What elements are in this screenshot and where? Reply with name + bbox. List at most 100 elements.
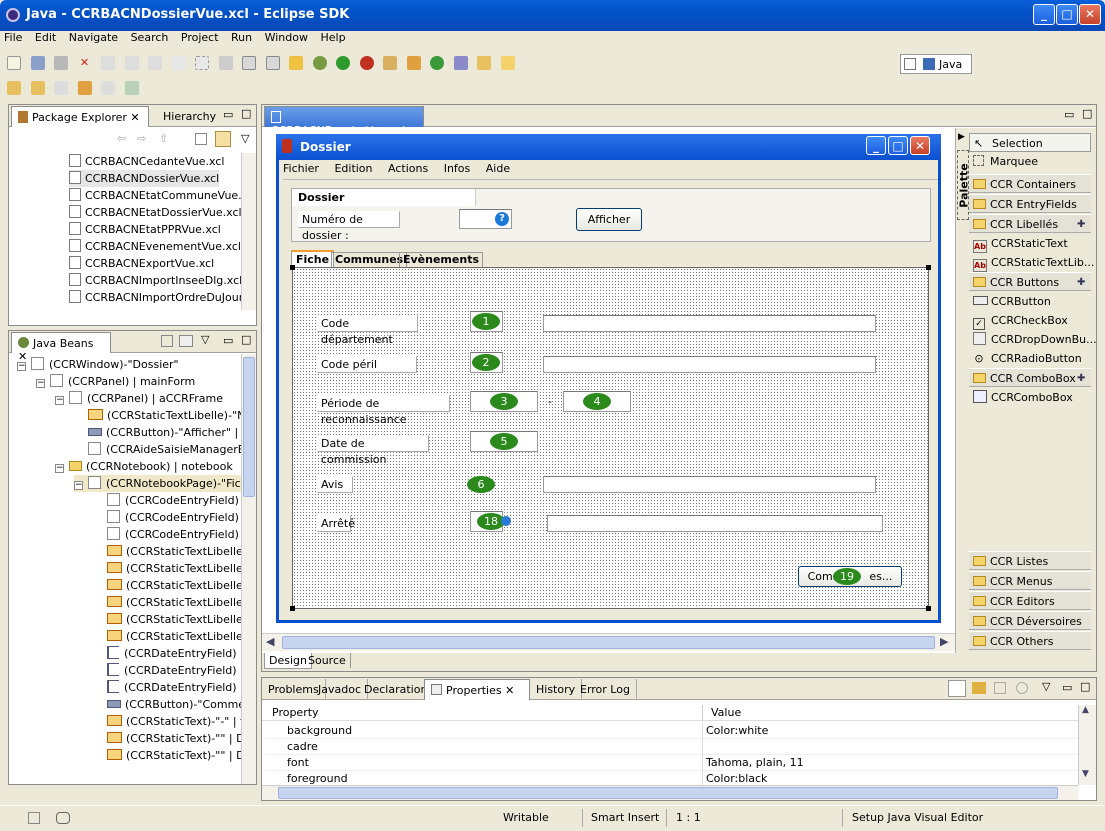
select-arrow-icon[interactable] (171, 56, 186, 70)
view-menu-icon[interactable]: ▽ (1042, 680, 1050, 693)
properties-hscroll[interactable] (262, 785, 1078, 800)
palette-item[interactable]: ↖ Selection (969, 133, 1091, 152)
selection-handle[interactable] (926, 606, 931, 611)
palette-drawer[interactable]: CCR Menus (969, 571, 1091, 590)
scroll-left-icon[interactable]: ◀ (266, 635, 274, 648)
delete-icon[interactable]: ✕ (78, 56, 92, 70)
date-entry-field-end[interactable]: 4 (563, 391, 631, 412)
numero-dossier-input[interactable]: ? (459, 209, 512, 229)
layout-icon[interactable] (242, 56, 256, 70)
designed-minimize-button[interactable]: _ (866, 136, 886, 155)
palette-item[interactable]: ⊙ CCRRadioButton (969, 349, 1091, 368)
property-row[interactable]: font Tahoma, plain, 11 (262, 755, 1078, 771)
bean-tree-item[interactable]: (CCRStaticTextLibelle) (93, 594, 241, 611)
maximize-editor-icon[interactable]: □ (1082, 107, 1092, 120)
bean-tree-item[interactable]: (CCRStaticText)-"" | D (93, 747, 241, 764)
menu-navigate[interactable]: Navigate (69, 31, 118, 44)
redo-icon[interactable] (124, 56, 139, 70)
bean-tree-item[interactable]: (CCRCodeEntryField) (93, 509, 239, 526)
tab-evenements[interactable]: Evènements (399, 252, 483, 267)
show-advanced-icon[interactable] (972, 682, 986, 694)
palette-drawer[interactable]: CCR ComboBox ✚ (969, 368, 1091, 387)
property-row[interactable]: background Color:white (262, 723, 1078, 739)
scroll-right-icon[interactable]: ▶ (940, 635, 948, 648)
menu-edit[interactable]: Edit (35, 31, 56, 44)
show-properties-icon[interactable] (179, 335, 193, 347)
bean-tree-item[interactable]: (CCRStaticText)-"-" | t (93, 713, 241, 730)
pin-icon[interactable]: ✚ (1077, 215, 1085, 234)
palette-drawer[interactable]: CCR EntryFields (969, 194, 1091, 213)
run-icon[interactable] (336, 56, 350, 70)
forward-icon[interactable]: ⇨ (137, 132, 146, 145)
palette-title[interactable]: Palette (957, 150, 971, 220)
minimize-editor-icon[interactable]: ▭ (1064, 108, 1074, 121)
menu-search[interactable]: Search (131, 31, 169, 44)
tab-communes[interactable]: Communes (331, 252, 408, 267)
maximize-view-icon[interactable]: □ (241, 107, 251, 120)
close-tab-icon[interactable]: ✕ (130, 111, 139, 124)
property-row[interactable]: foreground Color:black (262, 771, 1078, 785)
back-icon[interactable]: ⇦ (117, 132, 126, 145)
collapse-icon[interactable]: − (55, 464, 64, 473)
external-tools-icon[interactable] (359, 56, 374, 70)
forward-arrow-icon[interactable] (101, 81, 115, 95)
menu-run[interactable]: Run (231, 31, 252, 44)
code-entry-field[interactable]: 18 (470, 511, 511, 532)
next-annotation-icon[interactable] (7, 81, 21, 95)
file-item[interactable]: CCRBACNEtatCommuneVue.xc (69, 187, 241, 204)
notebook-page-fiche[interactable]: Code département 1 Code péril 2 Période de r… (290, 265, 931, 611)
view-menu-icon[interactable]: ▽ (241, 132, 249, 145)
pause-icon[interactable] (148, 56, 162, 70)
open-type-icon[interactable] (453, 56, 468, 70)
file-item[interactable]: CCRBACNDossierVue.xcl (69, 170, 220, 187)
palette-item[interactable]: ✓ CCRCheckBox (969, 311, 1091, 330)
file-item[interactable]: CCRBACNExportVue.xcl (69, 255, 214, 272)
close-button[interactable]: ✕ (1079, 4, 1101, 25)
palette-toggle-icon[interactable]: ▶ (958, 132, 965, 142)
collapse-icon[interactable]: − (36, 379, 45, 388)
designed-menu-edition[interactable]: Edition (334, 162, 372, 175)
marquee-icon[interactable] (195, 56, 209, 70)
java-beans-scroll-thumb[interactable] (243, 357, 255, 497)
bean-tree-item[interactable]: (CCRDateEntryField) | (93, 645, 241, 662)
up-icon[interactable]: ⇧ (159, 132, 168, 145)
property-row[interactable]: cadre (262, 739, 1078, 755)
help-icon[interactable]: ? (495, 212, 509, 226)
collapse-all-icon[interactable] (195, 133, 207, 145)
view-menu-icon[interactable]: ▽ (201, 333, 209, 346)
designed-close-button[interactable]: ✕ (910, 136, 930, 155)
minimize-view-icon[interactable]: ▭ (223, 334, 233, 347)
bean-tree-item[interactable]: − (CCRPanel) | mainForm (36, 373, 195, 390)
afficher-button[interactable]: Afficher (576, 208, 642, 231)
pin-icon[interactable]: ✚ (1077, 273, 1085, 292)
tab-source[interactable]: Source (304, 653, 351, 668)
minimize-view-icon[interactable]: ▭ (223, 108, 233, 121)
progress-icon[interactable] (56, 812, 70, 824)
bean-tree-item[interactable]: (CCRButton)-"Commer (93, 696, 241, 713)
file-item[interactable]: CCRBACNEvenementVue.xcl (69, 238, 241, 255)
tab-error-log[interactable]: Error Log (574, 679, 637, 700)
java-beans-vscroll[interactable] (241, 354, 256, 784)
designed-maximize-button[interactable]: □ (888, 136, 908, 155)
back-arrow-icon[interactable] (77, 81, 92, 95)
scroll-up-icon[interactable]: ▲ (1082, 705, 1089, 715)
palette-drawer[interactable]: CCR Déversoires (969, 611, 1091, 630)
new-class-wizard-icon[interactable] (430, 56, 444, 70)
scroll-down-icon[interactable]: ▼ (1082, 769, 1089, 779)
editor-hscroll[interactable]: ◀ ▶ (262, 633, 955, 651)
filter-icon[interactable] (994, 682, 1006, 694)
menu-help[interactable]: Help (320, 31, 345, 44)
palette-drawer[interactable]: CCR Listes (969, 551, 1091, 570)
code-entry-field[interactable]: 3 (470, 391, 538, 412)
menu-project[interactable]: Project (181, 31, 219, 44)
file-item[interactable]: CCRBACNImportOrdreDuJourC (69, 289, 241, 306)
bean-icon[interactable] (218, 56, 233, 70)
palette-item[interactable]: Ab CCRStaticTextLib... (969, 253, 1094, 272)
undo-icon[interactable] (101, 56, 115, 70)
bean-tree-item[interactable]: (CCRStaticTextLibelle) (93, 560, 241, 577)
perspective-switcher[interactable]: Java (900, 54, 972, 74)
collapse-icon[interactable]: − (74, 481, 83, 490)
tab-fiche[interactable]: Fiche (291, 250, 335, 267)
properties-hscroll-thumb[interactable] (278, 787, 1058, 799)
menu-window[interactable]: Window (265, 31, 308, 44)
